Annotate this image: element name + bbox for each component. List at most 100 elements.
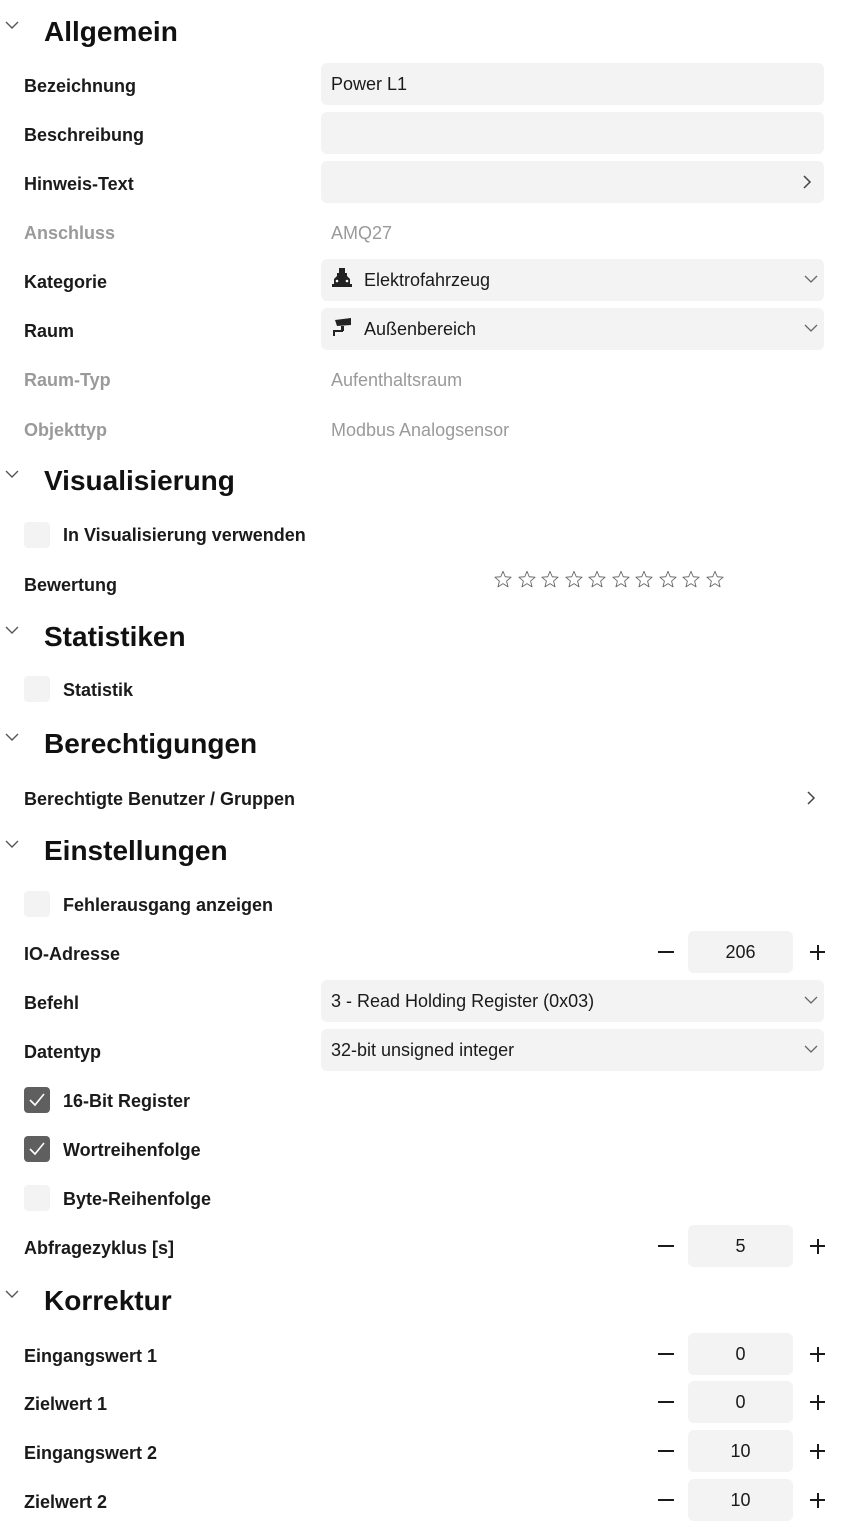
byte-reihenfolge-label: Byte-Reihenfolge <box>63 1189 212 1209</box>
section-title: Allgemein <box>44 16 178 47</box>
eingangswert-1-value[interactable]: 0 <box>688 1333 793 1375</box>
objekttyp-label: Objekttyp <box>24 420 108 440</box>
datentyp-label: Datentyp <box>24 1042 102 1062</box>
io-adresse-stepper[interactable]: 206 <box>650 930 840 974</box>
checkmark-icon <box>29 1142 45 1156</box>
eingangswert-2-value[interactable]: 10 <box>688 1430 793 1472</box>
electric-vehicle-icon <box>332 268 352 287</box>
chevron-down-icon <box>5 470 19 478</box>
zielwert-2-label: Zielwert 2 <box>24 1492 108 1512</box>
hinweis-text-label: Hinweis-Text <box>24 174 134 194</box>
datentyp-value: 32-bit unsigned integer <box>331 1040 515 1060</box>
chevron-down-icon <box>804 275 818 283</box>
zielwert-2-stepper[interactable]: 10 <box>650 1478 840 1522</box>
section-einstellungen-header[interactable]: Einstellungen <box>0 827 845 871</box>
zielwert-1-stepper[interactable]: 0 <box>650 1380 840 1424</box>
objekttyp-value: Modbus Analogsensor <box>331 420 510 440</box>
chevron-down-icon <box>804 324 818 332</box>
16-bit-register-checkbox[interactable] <box>24 1087 50 1113</box>
wortreihenfolge-checkbox[interactable] <box>24 1136 50 1162</box>
star-icon[interactable] <box>658 570 677 588</box>
abfragezyklus-stepper[interactable]: 5 <box>650 1224 840 1268</box>
bezeichnung-field[interactable]: Power L1 <box>321 63 824 105</box>
statistik-label: Statistik <box>63 680 134 700</box>
in-visualisierung-checkbox[interactable] <box>24 522 50 548</box>
increment-button[interactable] <box>800 1224 834 1268</box>
datentyp-select[interactable]: 32-bit unsigned integer <box>321 1029 824 1071</box>
berechtigte-benutzer-row[interactable]: Berechtigte Benutzer / Gruppen <box>0 776 845 820</box>
raum-label: Raum <box>24 321 75 341</box>
kategorie-label: Kategorie <box>24 272 108 292</box>
chevron-down-icon <box>5 626 19 634</box>
star-icon[interactable] <box>564 570 583 588</box>
increment-button[interactable] <box>800 1478 834 1522</box>
berechtigte-benutzer-label: Berechtigte Benutzer / Gruppen <box>24 789 296 809</box>
hinweis-text-field[interactable] <box>321 161 824 203</box>
rating-stars[interactable] <box>494 570 724 596</box>
checkmark-icon <box>29 1093 45 1107</box>
bezeichnung-label: Bezeichnung <box>24 76 137 96</box>
decrement-button[interactable] <box>650 930 684 974</box>
bezeichnung-value: Power L1 <box>331 74 408 94</box>
zielwert-1-label: Zielwert 1 <box>24 1394 108 1414</box>
abfragezyklus-value[interactable]: 5 <box>688 1225 793 1267</box>
section-title: Berechtigungen <box>44 728 258 759</box>
decrement-button[interactable] <box>650 1332 684 1376</box>
decrement-button[interactable] <box>650 1429 684 1473</box>
beschreibung-label: Beschreibung <box>24 125 145 145</box>
befehl-select[interactable]: 3 - Read Holding Register (0x03) <box>321 980 824 1022</box>
chevron-right-icon <box>803 175 812 189</box>
increment-button[interactable] <box>800 1332 834 1376</box>
chevron-right-icon <box>807 791 816 805</box>
16-bit-register-label: 16-Bit Register <box>63 1091 191 1111</box>
increment-button[interactable] <box>800 930 834 974</box>
bewertung-label: Bewertung <box>24 575 118 595</box>
byte-reihenfolge-checkbox[interactable] <box>24 1185 50 1211</box>
section-allgemein-header[interactable]: Allgemein <box>0 8 845 52</box>
abfragezyklus-label: Abfragezyklus [s] <box>24 1238 175 1258</box>
star-icon[interactable] <box>588 570 606 588</box>
eingangswert-1-stepper[interactable]: 0 <box>650 1332 840 1376</box>
raum-typ-value: Aufenthaltsraum <box>331 370 463 390</box>
anschluss-value: AMQ27 <box>331 223 393 243</box>
chevron-down-icon <box>5 733 19 741</box>
raum-select[interactable]: Außenbereich <box>321 308 824 350</box>
section-title: Statistiken <box>44 621 186 652</box>
zielwert-2-value[interactable]: 10 <box>688 1479 793 1521</box>
star-icon[interactable] <box>611 570 630 588</box>
minus-icon <box>658 1450 674 1452</box>
chevron-down-icon <box>804 1045 818 1053</box>
decrement-button[interactable] <box>650 1478 684 1522</box>
chevron-down-icon <box>5 840 19 848</box>
minus-icon <box>658 1499 674 1501</box>
minus-icon <box>658 1401 674 1403</box>
decrement-button[interactable] <box>650 1224 684 1268</box>
star-icon[interactable] <box>494 570 512 588</box>
io-adresse-label: IO-Adresse <box>24 944 121 964</box>
section-berechtigungen-header[interactable]: Berechtigungen <box>0 720 845 764</box>
minus-icon <box>658 1245 674 1247</box>
kategorie-select[interactable]: Elektrofahrzeug <box>321 259 824 301</box>
section-visualisierung-header[interactable]: Visualisierung <box>0 457 845 501</box>
fehlerausgang-checkbox[interactable] <box>24 891 50 917</box>
beschreibung-field[interactable] <box>321 112 824 154</box>
star-icon[interactable] <box>635 570 653 588</box>
star-icon[interactable] <box>705 570 724 588</box>
in-visualisierung-label: In Visualisierung verwenden <box>63 525 306 545</box>
star-icon[interactable] <box>541 570 559 588</box>
raum-typ-label: Raum-Typ <box>24 370 111 390</box>
eingangswert-1-label: Eingangswert 1 <box>24 1346 158 1366</box>
increment-button[interactable] <box>800 1380 834 1424</box>
eingangswert-2-stepper[interactable]: 10 <box>650 1429 840 1473</box>
statistik-checkbox[interactable] <box>24 676 50 702</box>
io-adresse-value[interactable]: 206 <box>688 931 793 973</box>
eingangswert-2-label: Eingangswert 2 <box>24 1443 158 1463</box>
wortreihenfolge-label: Wortreihenfolge <box>63 1140 201 1160</box>
star-icon[interactable] <box>682 570 700 588</box>
section-statistiken-header[interactable]: Statistiken <box>0 613 845 657</box>
section-korrektur-header[interactable]: Korrektur <box>0 1277 845 1321</box>
decrement-button[interactable] <box>650 1380 684 1424</box>
star-icon[interactable] <box>517 570 536 588</box>
zielwert-1-value[interactable]: 0 <box>688 1381 793 1423</box>
increment-button[interactable] <box>800 1429 834 1473</box>
